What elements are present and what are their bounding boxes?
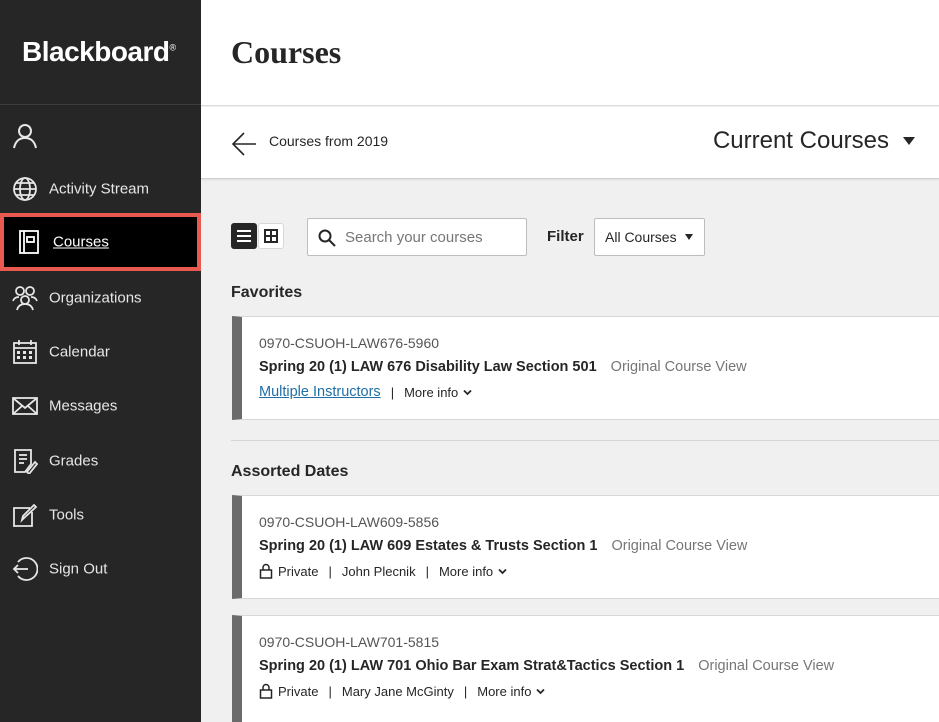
course-id: 0970-CSUOH-LAW609-5856 bbox=[259, 514, 440, 530]
sidebar-item-profile[interactable] bbox=[0, 111, 201, 161]
course-meta: Private | John Plecnik | More info bbox=[259, 563, 507, 579]
tools-icon bbox=[12, 502, 38, 528]
sign-out-icon bbox=[12, 556, 38, 582]
sidebar-item-label: Grades bbox=[49, 452, 99, 470]
grid-icon bbox=[264, 229, 278, 243]
back-arrow-icon[interactable] bbox=[231, 131, 257, 157]
sidebar-item-organizations[interactable]: Organizations bbox=[0, 273, 201, 323]
chevron-down-icon bbox=[498, 568, 507, 574]
filter-value: All Courses bbox=[605, 229, 677, 245]
meta-separator: | bbox=[328, 563, 332, 579]
page-title: Courses bbox=[231, 34, 342, 70]
sidebar-item-label: Sign Out bbox=[49, 560, 108, 578]
course-id: 0970-CSUOH-LAW701-5815 bbox=[259, 634, 440, 650]
course-search bbox=[307, 218, 527, 256]
course-title-line: Spring 20 (1) LAW 676 Disability Law Sec… bbox=[259, 359, 747, 375]
course-card: 0970-CSUOH-LAW609-5856 Spring 20 (1) LAW… bbox=[232, 495, 939, 599]
more-info-toggle[interactable]: More info bbox=[477, 683, 546, 699]
meta-separator: | bbox=[390, 384, 395, 400]
course-meta: Multiple Instructors | More info bbox=[259, 384, 472, 400]
chevron-down-icon bbox=[463, 389, 472, 395]
sidebar-item-label: Messages bbox=[49, 397, 118, 415]
user-icon bbox=[12, 123, 38, 149]
course-name-link[interactable]: Spring 20 (1) LAW 701 Ohio Bar Exam Stra… bbox=[259, 658, 684, 674]
filter-label: Filter bbox=[547, 228, 584, 245]
instructor-name: John Plecnik bbox=[341, 563, 416, 579]
sidebar-item-sign-out[interactable]: Sign Out bbox=[0, 544, 201, 594]
sidebar-item-label: Calendar bbox=[49, 343, 110, 361]
caret-down-icon bbox=[684, 234, 693, 240]
grades-icon bbox=[12, 448, 38, 474]
sidebar-item-grades[interactable]: Grades bbox=[0, 436, 201, 486]
calendar-icon bbox=[12, 339, 38, 365]
page-header: Courses bbox=[201, 0, 939, 106]
lock-icon bbox=[259, 563, 273, 579]
course-name-link[interactable]: Spring 20 (1) LAW 676 Disability Law Sec… bbox=[259, 359, 597, 375]
sidebar-item-label: Courses bbox=[53, 233, 109, 251]
course-name-link[interactable]: Spring 20 (1) LAW 609 Estates & Trusts S… bbox=[259, 538, 597, 554]
logo-text: Blackboard bbox=[22, 36, 170, 67]
course-id: 0970-CSUOH-LAW676-5960 bbox=[259, 335, 440, 351]
previous-term-link[interactable]: Courses from 2019 bbox=[269, 133, 388, 149]
main-content: Courses Courses from 2019 Current Course… bbox=[201, 0, 939, 722]
course-card: 0970-CSUOH-LAW676-5960 Spring 20 (1) LAW… bbox=[232, 316, 939, 420]
blackboard-logo[interactable]: Blackboard® bbox=[22, 36, 176, 68]
more-info-label: More info bbox=[477, 683, 532, 699]
grid-view-button[interactable] bbox=[258, 223, 284, 249]
more-info-label: More info bbox=[438, 563, 494, 579]
search-icon bbox=[318, 229, 336, 247]
sidebar: Blackboard® Activity Stream Courses Orga… bbox=[0, 0, 201, 722]
globe-icon bbox=[12, 176, 38, 202]
term-navigation-bar: Courses from 2019 Current Courses bbox=[201, 107, 939, 179]
course-title-line: Spring 20 (1) LAW 609 Estates & Trusts S… bbox=[259, 538, 747, 554]
sidebar-divider bbox=[0, 104, 201, 105]
current-term-dropdown[interactable]: Current Courses bbox=[713, 127, 915, 155]
envelope-icon bbox=[12, 393, 38, 419]
courses-icon bbox=[16, 229, 42, 255]
sidebar-item-messages[interactable]: Messages bbox=[0, 381, 201, 431]
sidebar-item-tools[interactable]: Tools bbox=[0, 490, 201, 540]
sidebar-item-label: Organizations bbox=[49, 289, 142, 307]
course-view-type: Original Course View bbox=[610, 359, 747, 375]
course-card: 0970-CSUOH-LAW701-5815 Spring 20 (1) LAW… bbox=[232, 615, 939, 722]
section-divider bbox=[231, 440, 939, 441]
current-term-label: Current Courses bbox=[712, 127, 889, 154]
caret-down-icon bbox=[903, 137, 915, 145]
more-info-label: More info bbox=[404, 384, 459, 400]
list-view-button[interactable] bbox=[231, 223, 257, 249]
logo-trademark: ® bbox=[169, 42, 177, 53]
course-title-line: Spring 20 (1) LAW 701 Ohio Bar Exam Stra… bbox=[259, 658, 834, 674]
course-view-type: Original Course View bbox=[611, 538, 748, 554]
privacy-status: Private bbox=[278, 563, 319, 579]
more-info-toggle[interactable]: More info bbox=[404, 385, 472, 400]
filter-dropdown[interactable]: All Courses bbox=[594, 218, 705, 256]
meta-separator: | bbox=[328, 683, 332, 699]
sidebar-item-label: Tools bbox=[49, 506, 85, 524]
privacy-status: Private bbox=[278, 683, 319, 699]
more-info-toggle[interactable]: More info bbox=[439, 564, 507, 579]
sidebar-item-label: Activity Stream bbox=[49, 180, 150, 198]
sidebar-item-courses[interactable]: Courses bbox=[0, 213, 201, 271]
meta-separator: | bbox=[425, 563, 429, 579]
meta-separator: | bbox=[463, 683, 468, 699]
instructor-name: Mary Jane McGinty bbox=[341, 683, 454, 699]
chevron-down-icon bbox=[536, 688, 546, 694]
sidebar-item-calendar[interactable]: Calendar bbox=[0, 327, 201, 377]
multiple-instructors-link[interactable]: Multiple Instructors bbox=[259, 384, 381, 400]
list-icon bbox=[237, 230, 251, 242]
search-input[interactable] bbox=[345, 219, 520, 255]
section-title-favorites: Favorites bbox=[231, 284, 303, 301]
section-title-assorted-dates: Assorted Dates bbox=[231, 463, 349, 480]
organizations-icon bbox=[12, 285, 38, 311]
view-toggle bbox=[231, 223, 284, 249]
course-meta: Private | Mary Jane McGinty | More info bbox=[259, 683, 546, 699]
sidebar-item-activity-stream[interactable]: Activity Stream bbox=[0, 164, 201, 214]
lock-icon bbox=[259, 683, 273, 699]
course-view-type: Original Course View bbox=[698, 658, 835, 674]
